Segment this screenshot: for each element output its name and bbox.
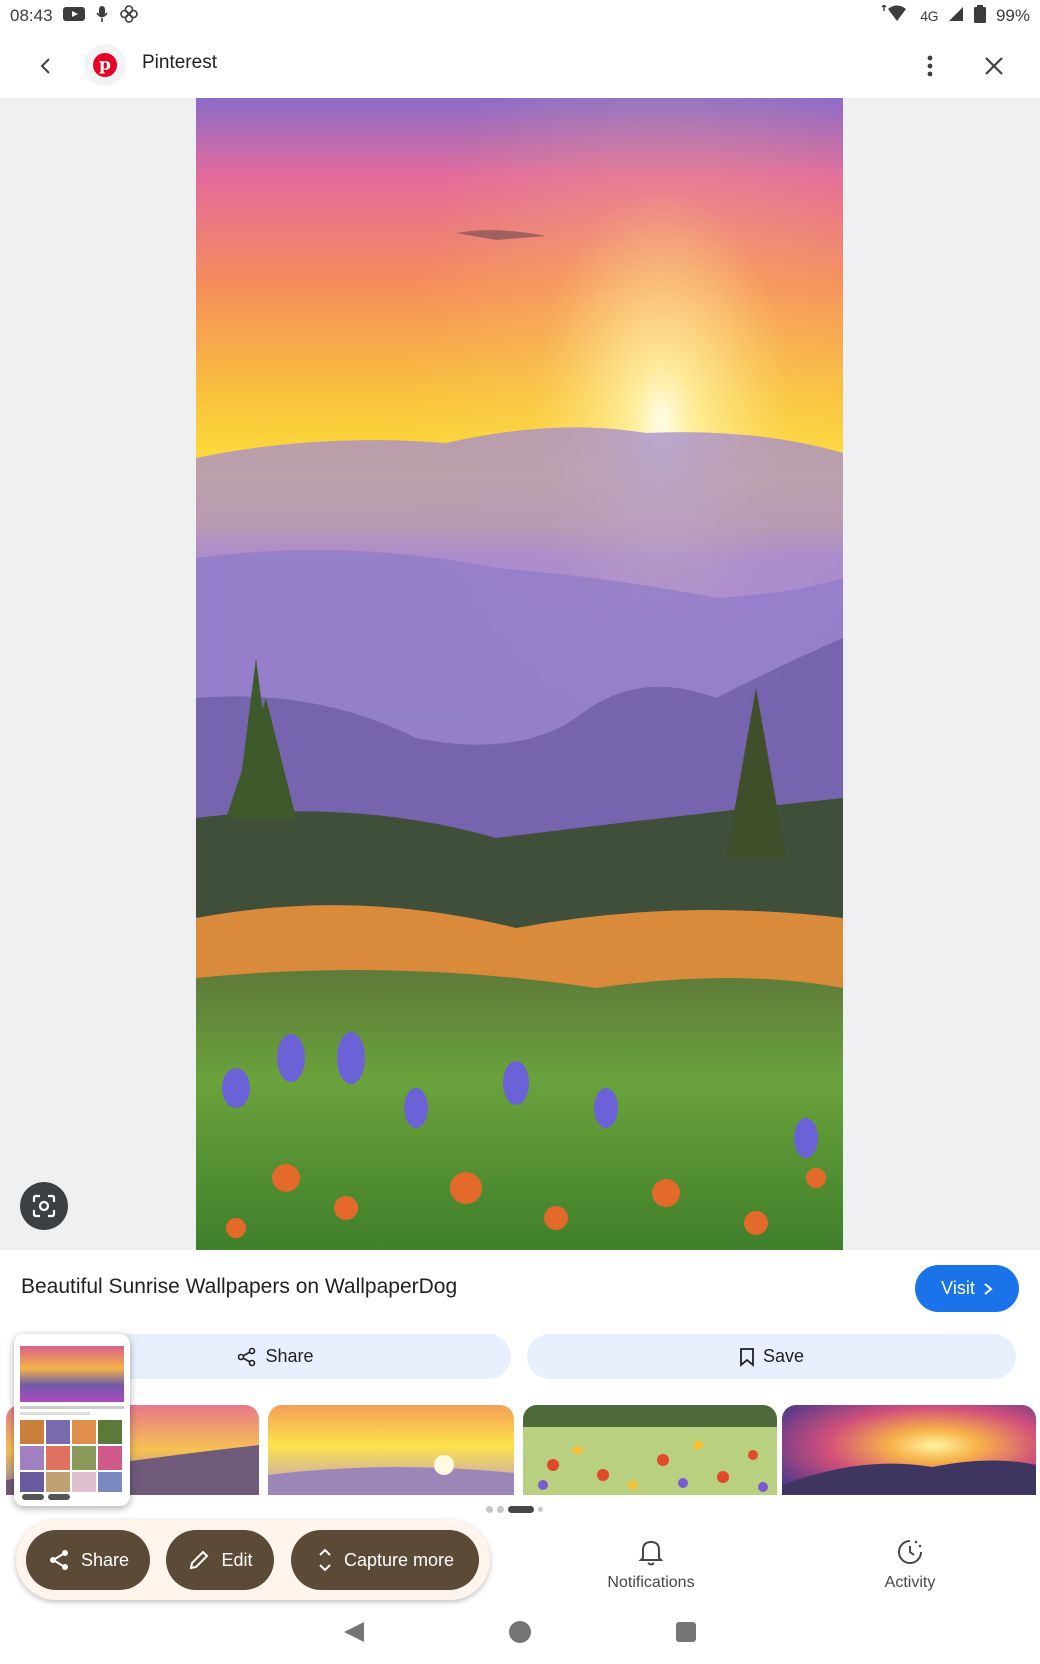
related-image-2[interactable] (268, 1405, 514, 1495)
save-label: Save (762, 1346, 805, 1366)
capture-more-label: Capture more (343, 1549, 455, 1570)
screenshot-share-label: Share (80, 1549, 130, 1570)
back-triangle-icon[interactable] (344, 1622, 364, 1642)
close-button[interactable] (976, 48, 1012, 84)
related-images-carousel (0, 1405, 1040, 1495)
microphone-icon (95, 5, 109, 28)
nav-notifications[interactable]: Notifications (596, 1538, 706, 1592)
visit-button[interactable]: Visit (915, 1265, 1019, 1312)
expand-icon (319, 1548, 331, 1572)
battery-icon (973, 4, 986, 28)
carousel-page-indicator (486, 1506, 543, 1513)
visit-label: Visit (941, 1278, 975, 1298)
battery-level: 99% (995, 6, 1030, 25)
more-options-button[interactable] (912, 48, 948, 84)
page-dot-active (508, 1506, 534, 1513)
nav-activity[interactable]: Activity (862, 1538, 958, 1592)
pencil-icon (190, 1550, 209, 1570)
screenshot-edit-button[interactable]: Edit (166, 1530, 274, 1590)
lens-icon (32, 1194, 56, 1218)
capture-more-button[interactable]: Capture more (291, 1530, 479, 1590)
page-dot (538, 1507, 543, 1512)
bookmark-icon (740, 1347, 754, 1367)
home-circle-icon[interactable] (509, 1621, 531, 1643)
top-bar: p Pinterest (0, 32, 1040, 98)
site-favicon: p (84, 44, 126, 86)
back-button[interactable] (30, 50, 62, 82)
page-dot (486, 1506, 493, 1513)
related-image-4[interactable] (782, 1405, 1036, 1495)
share-label: Share (265, 1346, 314, 1366)
screenshot-thumbnail[interactable] (14, 1334, 130, 1506)
more-vert-icon (927, 55, 933, 77)
bell-icon (638, 1540, 664, 1566)
screenshot-edit-label: Edit (221, 1549, 253, 1570)
activity-icon (898, 1540, 922, 1564)
share-icon (49, 1550, 68, 1570)
screenshot-share-button[interactable]: Share (26, 1530, 150, 1590)
status-bar: 08:43 4G 99% (0, 0, 1040, 32)
site-name[interactable]: Pinterest (142, 52, 217, 74)
pinwheel-icon (119, 4, 139, 29)
result-image[interactable] (196, 98, 843, 1250)
share-icon (238, 1347, 256, 1366)
chevron-right-icon (984, 1282, 993, 1295)
close-icon (985, 57, 1003, 75)
image-viewer (0, 98, 1040, 1250)
youtube-icon (62, 6, 85, 27)
clock: 08:43 (10, 6, 53, 25)
lens-search-button[interactable] (20, 1182, 68, 1230)
screenshot-actions-tray: Share Edit Capture more (16, 1520, 490, 1600)
signal-icon (948, 6, 964, 27)
recents-square-icon[interactable] (676, 1622, 696, 1642)
related-image-3[interactable] (523, 1405, 777, 1495)
wifi-icon (880, 3, 910, 28)
page-dot (497, 1506, 504, 1513)
nav-activity-label: Activity (884, 1574, 936, 1591)
network-type: 4G (920, 8, 938, 24)
chevron-left-icon (40, 58, 50, 74)
system-navigation-bar (0, 1610, 1040, 1664)
pinterest-logo-icon: p (93, 53, 117, 77)
nav-notifications-label: Notifications (607, 1574, 695, 1591)
save-button[interactable]: Save (527, 1334, 1016, 1379)
result-title[interactable]: Beautiful Sunrise Wallpapers on Wallpape… (21, 1275, 457, 1299)
